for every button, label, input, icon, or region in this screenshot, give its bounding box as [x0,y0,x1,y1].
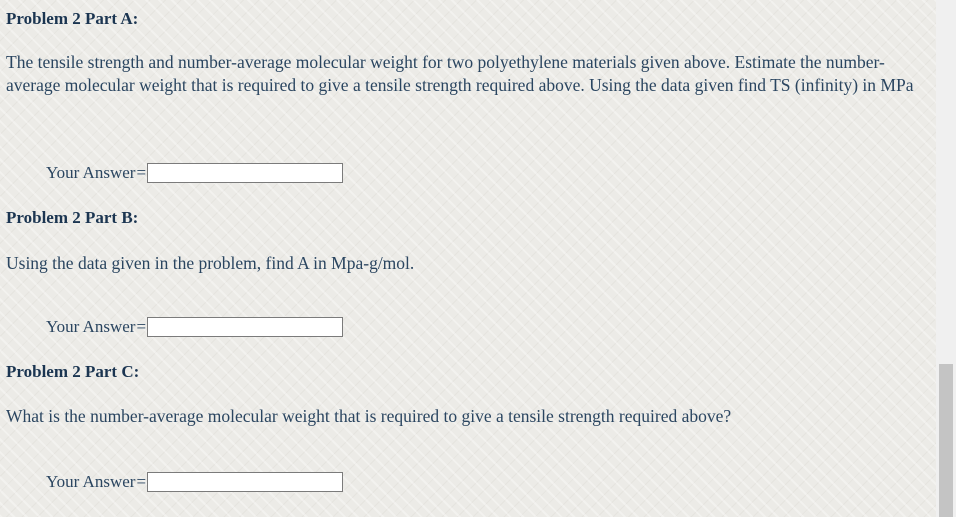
part-a-answer-label: Your Answer [46,163,136,182]
part-c-answer-label: Your Answer [46,472,136,491]
part-c-question: What is the number-average molecular wei… [6,406,732,426]
part-c-answer-equals: = [136,472,147,491]
part-b-answer-label: Your Answer [46,317,136,336]
part-c-answer-row: Your Answer = [46,472,344,492]
part-c-heading: Problem 2 Part C: [6,362,140,381]
part-a-question: The tensile strength and number-average … [6,52,914,95]
part-a-answer-input[interactable] [147,163,344,183]
part-b-answer-equals: = [136,317,147,336]
scrollbar-thumb[interactable] [939,364,953,517]
part-b-question: Using the data given in the problem, fin… [6,253,415,273]
part-a-answer-row: Your Answer = [46,163,344,183]
part-b-heading: Problem 2 Part B: [6,208,139,227]
part-b-answer-row: Your Answer = [46,317,344,337]
vertical-scrollbar[interactable] [936,0,956,517]
part-a-heading: Problem 2 Part A: [6,9,139,28]
part-a-answer-equals: = [136,163,147,182]
part-b-answer-input[interactable] [147,317,344,337]
part-c-answer-input[interactable] [147,472,344,492]
